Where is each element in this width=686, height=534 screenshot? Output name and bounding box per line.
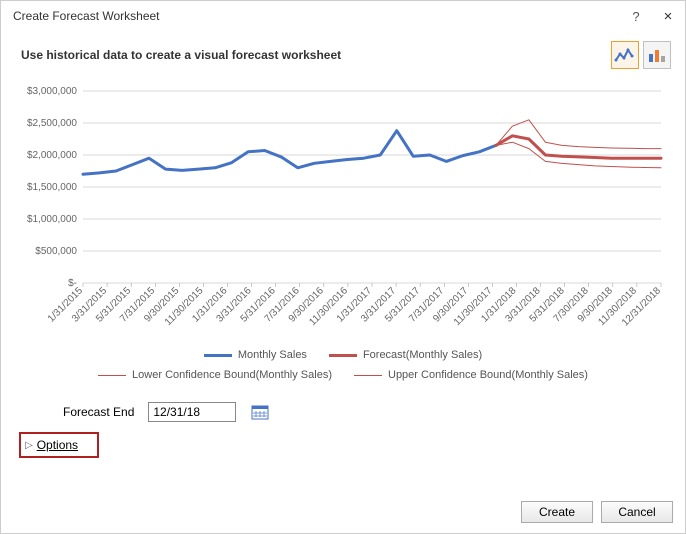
- legend-swatch-icon: [354, 375, 382, 376]
- svg-text:$2,000,000: $2,000,000: [27, 150, 77, 161]
- legend-swatch-icon: [98, 375, 126, 376]
- svg-text:$3,000,000: $3,000,000: [27, 86, 77, 97]
- create-button[interactable]: Create: [521, 501, 593, 523]
- options-label: Options: [37, 438, 78, 452]
- help-icon[interactable]: ?: [629, 9, 643, 23]
- svg-text:$500,000: $500,000: [35, 246, 77, 257]
- options-toggle[interactable]: ▷ Options: [19, 432, 99, 458]
- svg-text:$2,500,000: $2,500,000: [27, 118, 77, 129]
- legend-item-upper: Upper Confidence Bound(Monthly Sales): [354, 366, 588, 386]
- legend-item-monthly: Monthly Sales: [204, 346, 307, 366]
- titlebar: Create Forecast Worksheet ? ×: [1, 1, 685, 29]
- legend-swatch-icon: [329, 354, 357, 357]
- line-chart-button[interactable]: [611, 41, 639, 69]
- legend-item-lower: Lower Confidence Bound(Monthly Sales): [98, 366, 332, 386]
- legend-label: Lower Confidence Bound(Monthly Sales): [132, 366, 332, 386]
- legend-label: Upper Confidence Bound(Monthly Sales): [388, 366, 588, 386]
- line-chart-icon: [614, 46, 636, 64]
- svg-text:$1,500,000: $1,500,000: [27, 182, 77, 193]
- legend-swatch-icon: [204, 354, 232, 357]
- bar-chart-icon: [646, 46, 668, 64]
- chevron-right-icon: ▷: [25, 440, 33, 451]
- date-picker-icon[interactable]: [250, 402, 270, 422]
- chart-legend: Monthly Sales Forecast(Monthly Sales) Lo…: [15, 346, 671, 386]
- dialog-buttons: Create Cancel: [521, 501, 673, 523]
- forecast-end-row: Forecast End: [1, 392, 685, 428]
- chart-type-group: [611, 41, 671, 69]
- close-icon[interactable]: ×: [661, 9, 675, 23]
- legend-label: Monthly Sales: [238, 346, 307, 366]
- svg-text:$1,000,000: $1,000,000: [27, 214, 77, 225]
- chart-area: $-$500,000$1,000,000$1,500,000$2,000,000…: [15, 83, 671, 388]
- bar-chart-button[interactable]: [643, 41, 671, 69]
- forecast-chart: $-$500,000$1,000,000$1,500,000$2,000,000…: [15, 83, 671, 343]
- forecast-end-input[interactable]: [148, 402, 236, 422]
- dialog-title: Create Forecast Worksheet: [13, 9, 629, 23]
- legend-label: Forecast(Monthly Sales): [363, 346, 482, 366]
- cancel-button[interactable]: Cancel: [601, 501, 673, 523]
- forecast-end-label: Forecast End: [63, 405, 134, 419]
- legend-item-forecast: Forecast(Monthly Sales): [329, 346, 482, 366]
- dialog-subtitle: Use historical data to create a visual f…: [21, 48, 611, 62]
